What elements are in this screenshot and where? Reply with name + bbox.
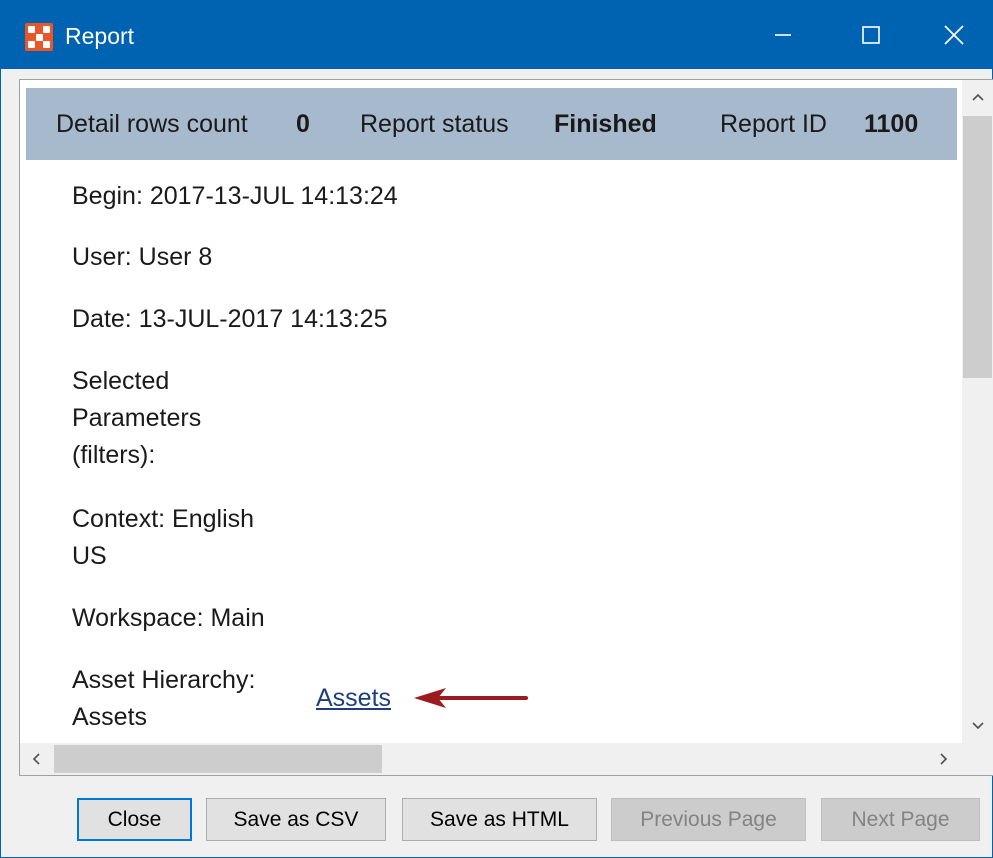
- report-viewport[interactable]: Detail rows count 0 Report status Finish…: [19, 79, 993, 776]
- previous-page-button[interactable]: Previous Page: [611, 798, 806, 841]
- annotation-arrow-icon: [414, 688, 528, 708]
- maximize-icon: [862, 26, 880, 44]
- context-line-2: US: [72, 542, 107, 570]
- report-summary-band: Detail rows count 0 Report status Finish…: [26, 88, 957, 160]
- minimize-icon: [775, 34, 791, 36]
- chevron-left-icon: [32, 753, 40, 765]
- workspace-line: Workspace: Main: [72, 604, 265, 632]
- minimize-button[interactable]: [739, 1, 827, 69]
- close-icon: [943, 25, 964, 45]
- rows-count-value: 0: [296, 110, 310, 138]
- report-status-label: Report status: [360, 110, 509, 138]
- horizontal-scrollbar[interactable]: [20, 743, 962, 775]
- close-window-button[interactable]: [915, 1, 992, 69]
- vertical-scrollbar[interactable]: [962, 80, 993, 743]
- chevron-down-icon: [971, 722, 984, 730]
- chevron-up-icon: [971, 93, 984, 101]
- selected-params-line-2: Parameters: [72, 404, 202, 432]
- chevron-right-icon: [940, 753, 948, 765]
- horizontal-scroll-thumb[interactable]: [54, 745, 382, 773]
- selected-params-line-3: (filters):: [72, 441, 156, 469]
- scrollbar-corner: [962, 743, 993, 775]
- asset-hierarchy-line-1: Asset Hierarchy:: [72, 666, 256, 694]
- next-page-button[interactable]: Next Page: [821, 798, 980, 841]
- report-status-value: Finished: [554, 110, 657, 138]
- vertical-scroll-thumb[interactable]: [963, 116, 992, 378]
- asset-hierarchy-line-2: Assets: [72, 703, 148, 731]
- assets-link[interactable]: Assets: [316, 683, 391, 713]
- scroll-down-button[interactable]: [962, 709, 993, 743]
- user-line: User: User 8: [72, 243, 213, 271]
- save-csv-button[interactable]: Save as CSV: [206, 798, 386, 841]
- save-html-button[interactable]: Save as HTML: [402, 798, 597, 841]
- maximize-button[interactable]: [827, 1, 915, 69]
- report-window: Report Detail rows count 0 Report status: [0, 0, 993, 858]
- app-logo-icon: [25, 23, 53, 51]
- window-title: Report: [65, 23, 135, 49]
- selected-params-line-1: Selected: [72, 367, 170, 395]
- scroll-left-button[interactable]: [20, 743, 52, 775]
- date-line: Date: 13-JUL-2017 14:13:25: [72, 305, 388, 333]
- scroll-right-button[interactable]: [928, 743, 960, 775]
- report-id-value: 1100: [864, 110, 919, 138]
- close-button[interactable]: Close: [77, 798, 192, 841]
- rows-count-label: Detail rows count: [56, 110, 248, 138]
- title-bar[interactable]: Report: [1, 1, 992, 69]
- report-id-label: Report ID: [720, 110, 827, 138]
- scroll-up-button[interactable]: [962, 80, 993, 114]
- begin-line: Begin: 2017-13-JUL 14:13:24: [72, 182, 398, 210]
- report-content: Detail rows count 0 Report status Finish…: [20, 80, 962, 743]
- context-line-1: Context: English: [72, 505, 255, 533]
